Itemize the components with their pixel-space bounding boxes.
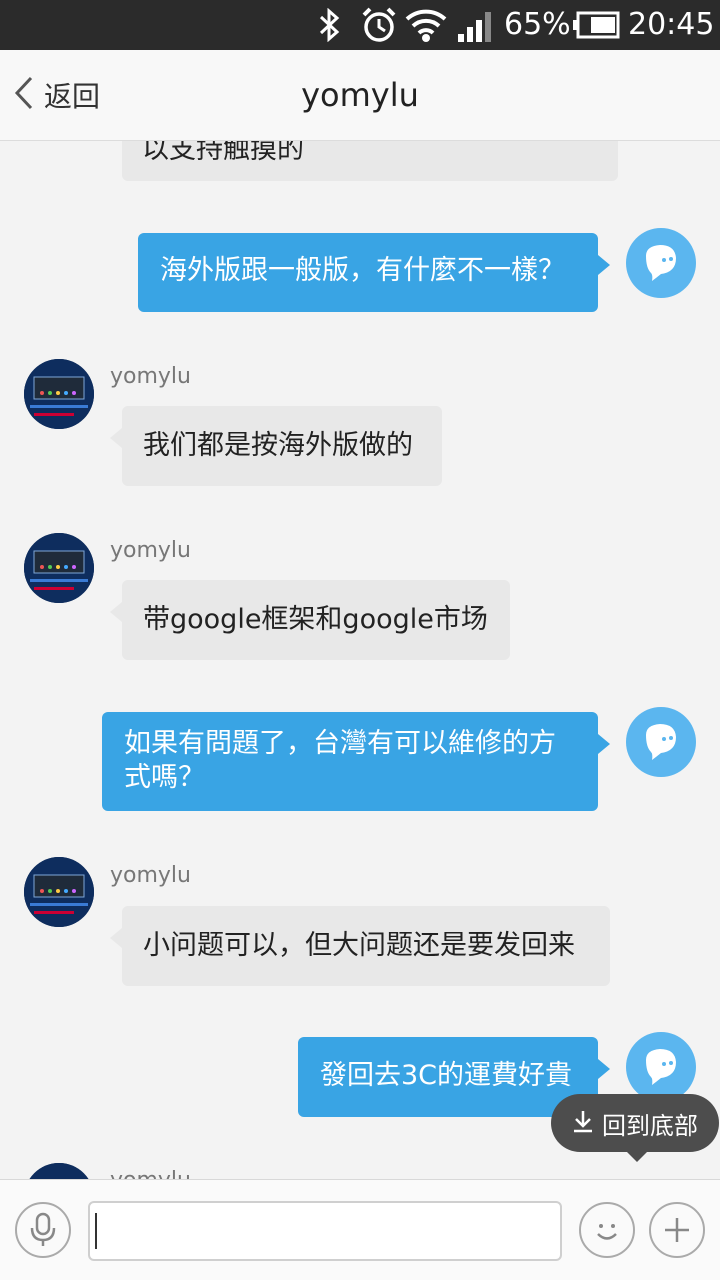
battery-percent: 65% <box>504 7 571 42</box>
page-title: yomylu <box>301 76 419 114</box>
download-arrow-icon <box>572 1109 594 1137</box>
alarm-icon <box>358 6 400 44</box>
sender-name: yomylu <box>110 364 191 389</box>
message-bubble[interactable]: 小问题可以，但大问题还是要发回来 <box>110 906 610 986</box>
message-bubble[interactable]: 带google框架和google市场 <box>110 580 510 660</box>
avatar[interactable] <box>24 1163 94 1179</box>
signal-icon <box>456 6 496 44</box>
message-text: 海外版跟一般版，有什麼不一樣？ <box>160 255 565 286</box>
plus-icon <box>665 1218 689 1242</box>
message-text: 發回去3C的運費好貴 <box>320 1060 573 1091</box>
emoji-button[interactable] <box>579 1202 635 1258</box>
wifi-icon <box>404 6 448 44</box>
avatar[interactable] <box>626 707 696 777</box>
scroll-to-bottom-button[interactable]: 回到底部 <box>551 1094 719 1162</box>
avatar[interactable] <box>24 533 94 603</box>
chat-bubble-icon <box>646 724 676 760</box>
message-bubble[interactable]: 如果有問題了，台灣有可以維修的方式嗎？ <box>102 712 610 811</box>
message-list[interactable]: 以支持触摸的 海外版跟一般版，有什麼不一樣？ yomylu 我们都是按海外版做的… <box>0 141 720 1179</box>
avatar[interactable] <box>24 857 94 927</box>
message-bubble[interactable]: 我们都是按海外版做的 <box>110 406 442 486</box>
message-input[interactable] <box>88 1201 562 1261</box>
message-bubble[interactable]: 海外版跟一般版，有什麼不一樣？ <box>138 233 610 312</box>
message-bubble[interactable]: 發回去3C的運費好貴 <box>298 1037 610 1117</box>
message-bubble[interactable]: 以支持触摸的 <box>122 141 618 181</box>
smiley-icon <box>597 1224 617 1240</box>
add-attachment-button[interactable] <box>649 1202 705 1258</box>
message-text: 小问题可以，但大问题还是要发回来 <box>143 930 575 961</box>
chat-bubble-icon <box>646 1049 676 1085</box>
avatar[interactable] <box>626 1032 696 1102</box>
sender-name: yomylu <box>110 1168 191 1179</box>
chat-header: 返回 yomylu <box>0 50 720 141</box>
message-text: 如果有問題了，台灣有可以維修的方式嗎？ <box>124 728 556 793</box>
message-text: 带google框架和google市场 <box>143 604 488 635</box>
battery-icon <box>572 6 620 44</box>
message-text: 我们都是按海外版做的 <box>143 430 413 461</box>
microphone-icon <box>30 1212 56 1246</box>
clock: 20:45 <box>628 7 715 42</box>
avatar[interactable] <box>626 228 696 298</box>
chat-bubble-icon <box>646 245 676 281</box>
bluetooth-icon <box>312 6 346 44</box>
sender-name: yomylu <box>110 538 191 563</box>
avatar[interactable] <box>24 359 94 429</box>
message-text: 以支持触摸的 <box>142 141 304 165</box>
sender-name: yomylu <box>110 863 191 888</box>
message-input-bar <box>0 1179 720 1280</box>
voice-button[interactable] <box>15 1202 71 1258</box>
scroll-to-bottom-label: 回到底部 <box>602 1111 698 1140</box>
text-caret <box>95 1213 97 1249</box>
status-bar: 65% 20:45 <box>0 0 720 50</box>
